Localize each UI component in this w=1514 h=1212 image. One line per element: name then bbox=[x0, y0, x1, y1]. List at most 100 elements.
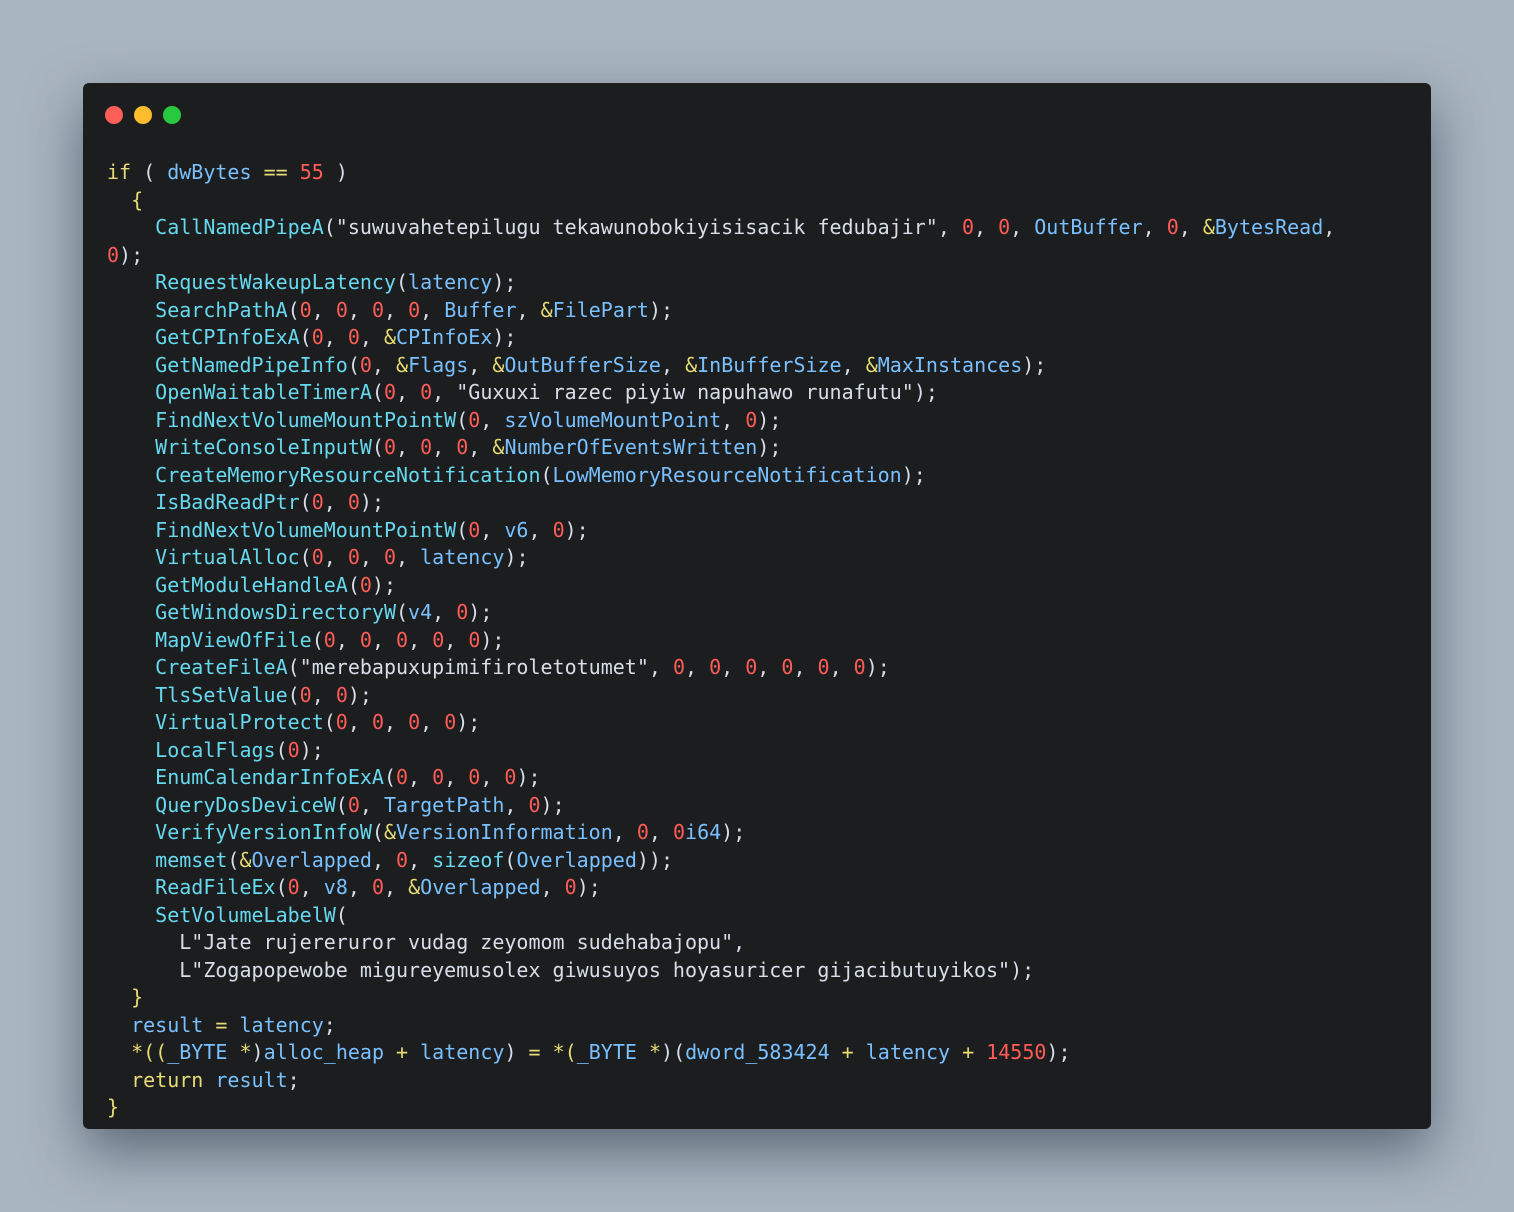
code-token: , bbox=[359, 545, 384, 569]
code-token: , bbox=[359, 325, 384, 349]
code-token: , bbox=[721, 407, 746, 432]
code-line: L"Jate rujereruror vudag zeyomom sudehab… bbox=[107, 929, 1335, 957]
code-token: ( bbox=[383, 765, 396, 789]
code-token: , bbox=[335, 627, 360, 652]
code-line: RequestWakeupLatency(latency); bbox=[107, 269, 1335, 297]
code-token: , bbox=[1010, 215, 1035, 239]
code-line: SearchPathA(0, 0, 0, 0, Buffer, &FilePar… bbox=[107, 297, 1335, 325]
code-token: InBufferSize bbox=[697, 352, 842, 377]
code-token: _BYTE bbox=[576, 1040, 637, 1064]
code-token: ( bbox=[275, 875, 288, 899]
code-token: & bbox=[1202, 215, 1215, 239]
code-token: 0 bbox=[432, 627, 445, 652]
code-token: 0 bbox=[528, 792, 541, 817]
code-token: & bbox=[492, 352, 505, 377]
code-token: & bbox=[239, 847, 252, 872]
code-token: , bbox=[660, 352, 686, 377]
code-token: * bbox=[239, 1040, 252, 1064]
code-token: ( bbox=[396, 270, 409, 294]
code-token: , bbox=[396, 545, 421, 569]
code-token: , bbox=[432, 380, 457, 404]
code-token: = bbox=[528, 1040, 541, 1064]
code-token: 0 bbox=[745, 655, 758, 679]
code-token: ( bbox=[323, 710, 336, 734]
close-button[interactable] bbox=[105, 106, 123, 124]
code-token: , bbox=[444, 627, 469, 652]
code-token: , bbox=[432, 600, 457, 624]
code-token: "merebapuxupimifiroletotumet" bbox=[299, 655, 649, 679]
code-token: VirtualAlloc bbox=[155, 545, 300, 569]
code-token: , bbox=[516, 297, 541, 322]
code-token: } bbox=[131, 985, 144, 1009]
code-token: = bbox=[215, 1012, 228, 1037]
code-line: CallNamedPipeA("suwuvahetepilugu tekawun… bbox=[107, 214, 1335, 242]
code-token: 0 bbox=[359, 627, 372, 652]
code-token: MapViewOfFile bbox=[155, 627, 312, 652]
zoom-button[interactable] bbox=[163, 106, 181, 124]
code-token: 0 bbox=[468, 627, 481, 652]
code-token: 0 bbox=[396, 847, 409, 872]
code-token: 0 bbox=[287, 875, 300, 899]
code-line: SetVolumeLabelW( bbox=[107, 902, 1335, 930]
code-line: GetCPInfoExA(0, 0, &CPInfoEx); bbox=[107, 324, 1335, 352]
code-token: , bbox=[685, 655, 710, 679]
code-token: 0 bbox=[383, 380, 397, 404]
code-token: ); bbox=[540, 792, 565, 817]
code-token: ; bbox=[287, 1067, 300, 1092]
code-token: , bbox=[974, 215, 999, 239]
code-token: , bbox=[396, 380, 421, 404]
code-token: LocalFlags bbox=[155, 737, 276, 762]
code-token: & bbox=[865, 352, 878, 377]
code-token: , bbox=[480, 517, 505, 542]
code-token: OpenWaitableTimerA bbox=[155, 380, 372, 404]
code-token: + bbox=[396, 1040, 409, 1064]
code-token: 0 bbox=[853, 655, 866, 679]
code-token: CreateFileA bbox=[155, 655, 288, 679]
code-token: 0 bbox=[287, 737, 300, 762]
code-token: ); bbox=[492, 325, 517, 349]
code-line: 0); bbox=[107, 242, 1335, 270]
code-token: VerifyVersionInfoW bbox=[155, 820, 372, 844]
code-token: 0 bbox=[347, 792, 360, 817]
code-token: & bbox=[492, 435, 505, 459]
code-token: 0 bbox=[781, 655, 794, 679]
code-token: LowMemoryResourceNotification bbox=[552, 462, 902, 487]
code-token: ( bbox=[504, 847, 517, 872]
code-token: , bbox=[323, 545, 348, 569]
code-token: 55 bbox=[299, 160, 324, 184]
code-line: CreateFileA("merebapuxupimifiroletotumet… bbox=[107, 654, 1335, 682]
code-token: ( bbox=[335, 792, 348, 817]
code-token: 0 bbox=[347, 325, 360, 349]
code-token: ); bbox=[576, 875, 601, 899]
code-line: GetNamedPipeInfo(0, &Flags, &OutBufferSi… bbox=[107, 352, 1335, 380]
code-token: latency bbox=[420, 1040, 505, 1064]
code-line: TlsSetValue(0, 0); bbox=[107, 682, 1335, 710]
code-token: , bbox=[1178, 215, 1203, 239]
code-token: ( bbox=[456, 407, 469, 432]
code-token: , bbox=[937, 215, 962, 239]
code-token: ); bbox=[721, 820, 746, 844]
code-token: + bbox=[841, 1040, 854, 1064]
code-line: L"Zogapopewobe migureyemusolex giwusuyos… bbox=[107, 957, 1335, 985]
minimize-button[interactable] bbox=[134, 106, 152, 124]
code-token: dwBytes bbox=[167, 160, 252, 184]
code-token: ); bbox=[1010, 957, 1035, 982]
code-token: alloc_heap bbox=[263, 1040, 384, 1064]
code-token: ( bbox=[371, 820, 384, 844]
code-token: , bbox=[323, 325, 348, 349]
code-token: CallNamedPipeA bbox=[155, 215, 324, 239]
code-token: , bbox=[359, 792, 384, 817]
code-token: GetCPInfoExA bbox=[155, 325, 300, 349]
